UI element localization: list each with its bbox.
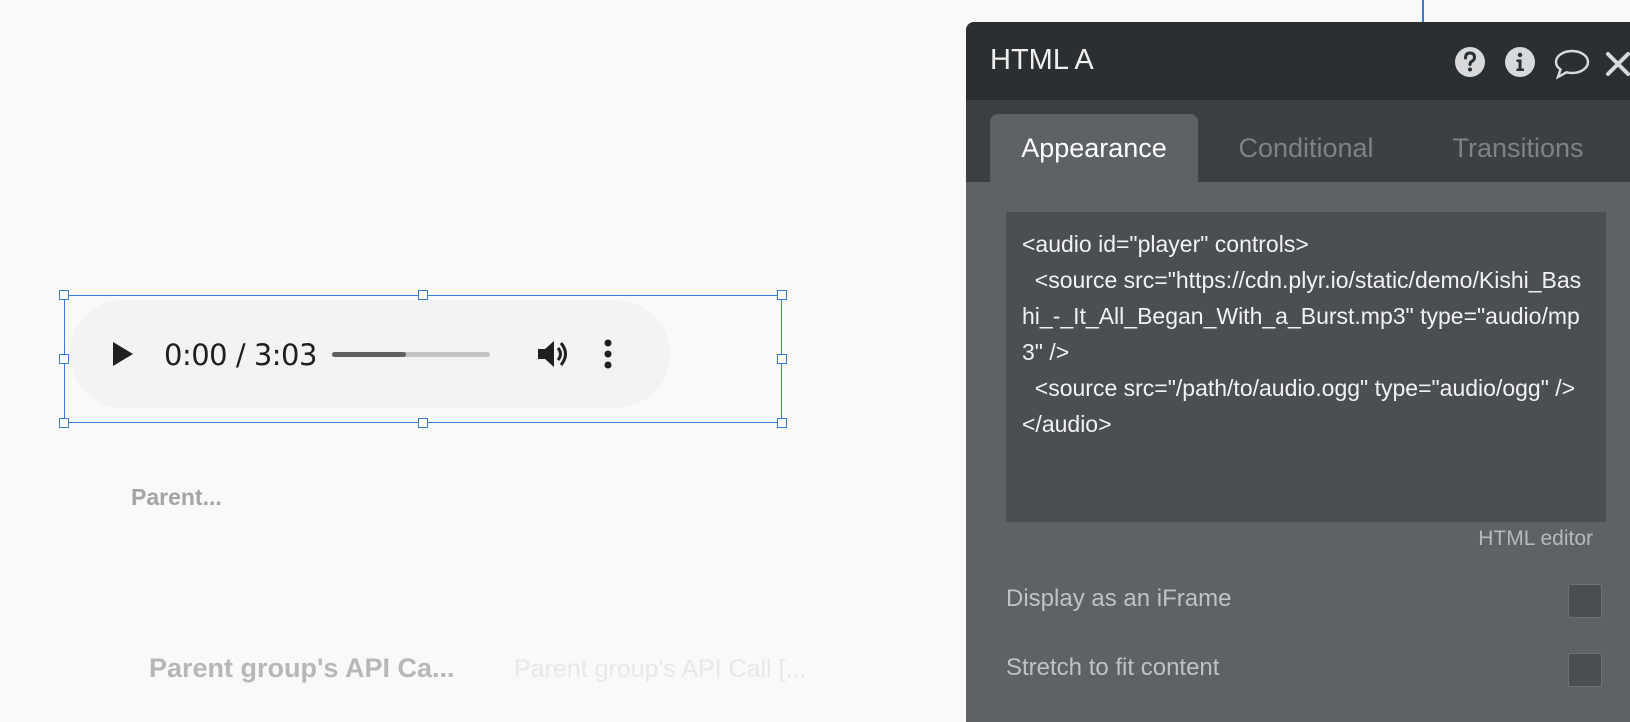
canvas-text-api-call[interactable]: Parent group's API Ca... xyxy=(149,653,454,684)
panel-title: HTML A xyxy=(990,44,1094,76)
resize-handle-top-right[interactable] xyxy=(777,290,787,300)
display-as-iframe-label: Display as an iFrame xyxy=(1006,585,1232,612)
resize-handle-bottom-left[interactable] xyxy=(59,418,69,428)
html-code-editor[interactable]: <audio id="player" controls> <source src… xyxy=(1006,212,1606,522)
canvas-text-parent[interactable]: Parent... xyxy=(131,484,222,511)
panel-header[interactable]: HTML A xyxy=(966,22,1630,100)
resize-handle-bottom-right[interactable] xyxy=(777,418,787,428)
html-editor-label[interactable]: HTML editor xyxy=(1478,527,1593,551)
resize-handle-top-left[interactable] xyxy=(59,290,69,300)
selected-element-outline[interactable] xyxy=(64,295,782,423)
resize-handle-left[interactable] xyxy=(59,354,69,364)
stretch-to-fit-content-label: Stretch to fit content xyxy=(1006,654,1220,681)
comment-icon[interactable] xyxy=(1554,48,1590,85)
tab-transitions[interactable]: Transitions xyxy=(1418,114,1618,182)
canvas-guide-line xyxy=(1422,0,1424,22)
resize-handle-right[interactable] xyxy=(777,354,787,364)
info-icon[interactable] xyxy=(1504,46,1536,83)
display-as-iframe-checkbox[interactable] xyxy=(1568,584,1602,618)
help-icon[interactable] xyxy=(1454,46,1486,83)
stretch-to-fit-content-checkbox[interactable] xyxy=(1568,653,1602,687)
resize-handle-bottom[interactable] xyxy=(418,418,428,428)
close-icon[interactable] xyxy=(1604,50,1630,83)
canvas-text-api-call-faint[interactable]: Parent group's API Call [... xyxy=(514,655,806,684)
tab-appearance[interactable]: Appearance xyxy=(990,114,1198,182)
panel-tabs: Appearance Conditional Transitions xyxy=(966,100,1630,182)
tab-conditional[interactable]: Conditional xyxy=(1206,114,1406,182)
property-editor-panel: HTML A Appearance Conditional Transition… xyxy=(966,22,1630,722)
resize-handle-top[interactable] xyxy=(418,290,428,300)
